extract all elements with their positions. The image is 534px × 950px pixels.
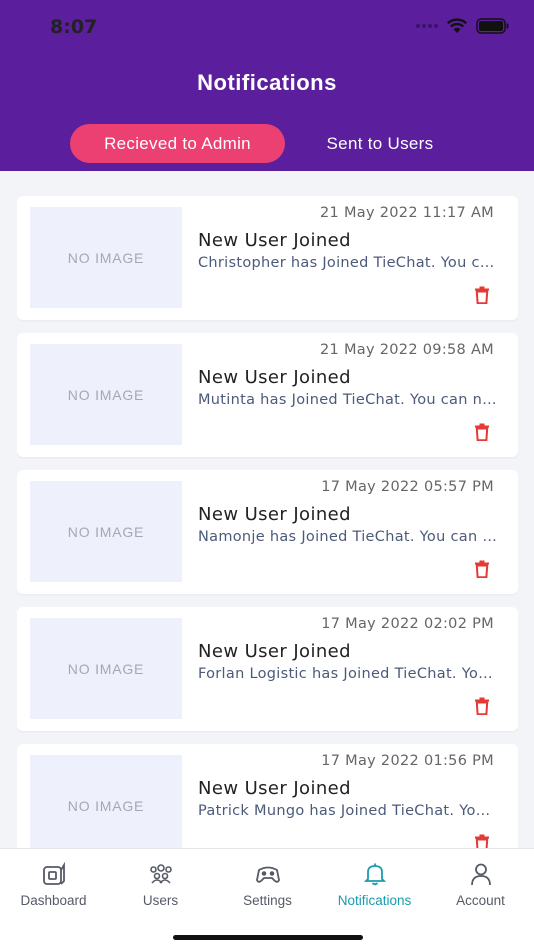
status-time: 8:07: [50, 16, 98, 38]
person-icon: [470, 863, 491, 886]
tab-received-to-admin[interactable]: Recieved to Admin: [70, 124, 285, 163]
notification-title: New User Joined: [198, 778, 351, 799]
delete-trash-icon[interactable]: [474, 423, 490, 441]
dashboard-icon: [42, 861, 65, 885]
image-placeholder: NO IMAGE: [30, 207, 182, 308]
nav-dashboard-label: Dashboard: [20, 893, 87, 908]
notification-body: Mutinta has Joined TieChat. You can now …: [198, 392, 498, 408]
notification-title: New User Joined: [198, 367, 351, 388]
status-bar: 8:07: [0, 0, 534, 56]
bell-icon: [363, 863, 386, 886]
header: 8:07 Notifications Recieved to Admin Sen…: [0, 0, 534, 171]
status-icons: [416, 18, 510, 34]
notification-list[interactable]: NO IMAGE 21 May 2022 11:17 AM New User J…: [17, 196, 518, 848]
nav-users[interactable]: Users: [107, 861, 214, 908]
page-title: Notifications: [197, 70, 337, 95]
notification-date: 21 May 2022 09:58 AM: [320, 342, 494, 358]
notification-date: 17 May 2022 02:02 PM: [321, 616, 494, 632]
notification-body: Patrick Mungo has Joined TieChat. You ca…: [198, 803, 498, 819]
notification-card[interactable]: NO IMAGE 17 May 2022 05:57 PM New User J…: [17, 470, 518, 594]
nav-users-label: Users: [142, 893, 179, 908]
tab-sent-to-users[interactable]: Sent to Users: [285, 124, 475, 163]
notification-date: 17 May 2022 01:56 PM: [321, 753, 494, 769]
delete-trash-icon[interactable]: [474, 697, 490, 715]
nav-settings[interactable]: Settings: [214, 861, 321, 908]
signal-icon: [416, 24, 438, 28]
nav-account[interactable]: Account: [427, 861, 534, 908]
nav-notifications-label: Notifications: [337, 893, 412, 908]
notification-body: Forlan Logistic has Joined TieChat. You …: [198, 666, 498, 682]
users-icon: [149, 864, 172, 884]
notification-card[interactable]: NO IMAGE 17 May 2022 01:56 PM New User J…: [17, 744, 518, 848]
delete-trash-icon[interactable]: [474, 286, 490, 304]
nav-settings-label: Settings: [243, 893, 292, 908]
segment-tabs: Recieved to Admin Sent to Users: [70, 124, 475, 163]
image-placeholder: NO IMAGE: [30, 618, 182, 719]
notification-card[interactable]: NO IMAGE 21 May 2022 09:58 AM New User J…: [17, 333, 518, 457]
notification-date: 17 May 2022 05:57 PM: [321, 479, 494, 495]
notification-title: New User Joined: [198, 641, 351, 662]
wifi-icon: [446, 18, 468, 33]
notification-title: New User Joined: [198, 504, 351, 525]
nav-account-label: Account: [456, 893, 505, 908]
notification-title: New User Joined: [198, 230, 351, 251]
notification-card[interactable]: NO IMAGE 17 May 2022 02:02 PM New User J…: [17, 607, 518, 731]
notification-card[interactable]: NO IMAGE 21 May 2022 11:17 AM New User J…: [17, 196, 518, 320]
nav-dashboard[interactable]: Dashboard: [0, 861, 107, 908]
notification-body: Namonje has Joined TieChat. You can now …: [198, 529, 498, 545]
image-placeholder: NO IMAGE: [30, 481, 182, 582]
nav-notifications[interactable]: Notifications: [321, 861, 428, 908]
delete-trash-icon[interactable]: [474, 834, 490, 848]
image-placeholder: NO IMAGE: [30, 344, 182, 445]
battery-icon: [476, 18, 509, 34]
gamepad-icon: [255, 866, 280, 883]
notification-body: Christopher has Joined TieChat. You can …: [198, 255, 498, 271]
notification-date: 21 May 2022 11:17 AM: [320, 205, 494, 221]
delete-trash-icon[interactable]: [474, 560, 490, 578]
home-indicator[interactable]: [173, 935, 363, 940]
image-placeholder: NO IMAGE: [30, 755, 182, 848]
